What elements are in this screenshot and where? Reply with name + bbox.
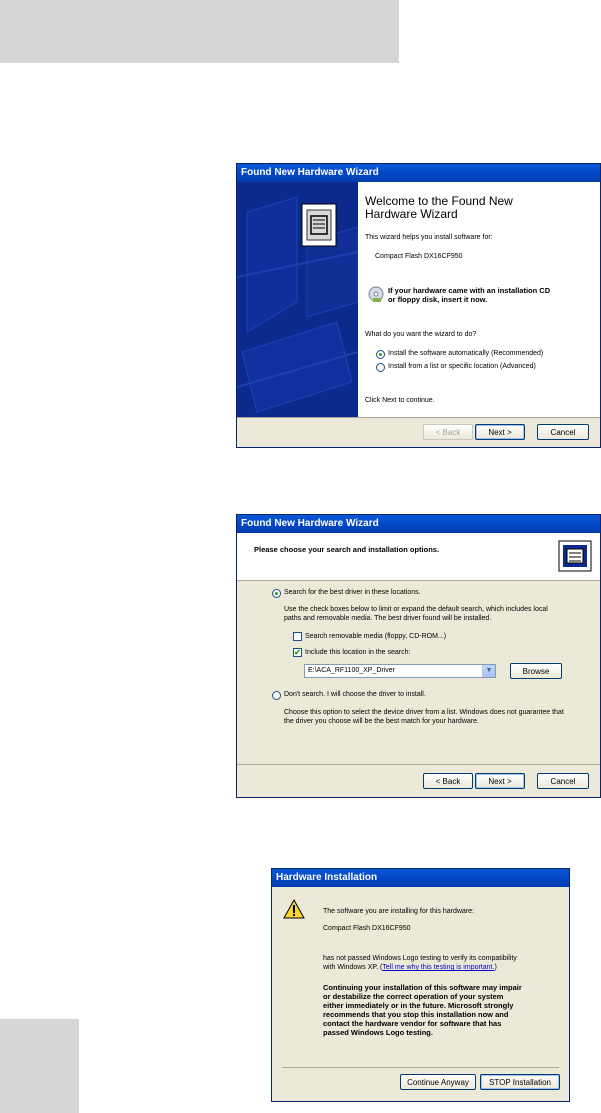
removable-media-label[interactable]: Search removable media (floppy, CD-ROM..… (305, 633, 446, 640)
search-drivers-label[interactable]: Search for the best driver in these loca… (284, 589, 421, 596)
warning-line2: or destabilize the correct operation of … (323, 992, 504, 1001)
warning-line1: Continuing your installation of this sof… (323, 983, 522, 992)
cancel-button[interactable]: Cancel (537, 424, 589, 440)
include-location-label[interactable]: Include this location in the search: (305, 649, 410, 656)
hardware-installation-divider (282, 1067, 559, 1068)
install-notice: The software you are installing for this… (323, 908, 474, 915)
wizard-options-divider (237, 764, 600, 765)
back-button[interactable]: < Back (423, 424, 473, 440)
hardware-installation-window: Hardware Installation The software you a… (271, 868, 570, 1102)
logo-testing-line1: has not passed Windows Logo testing to v… (323, 955, 517, 962)
warning-text: Continuing your installation of this sof… (323, 983, 522, 1037)
dont-search-description: Choose this option to select the device … (284, 708, 564, 726)
wizard-welcome-window: Found New Hardware Wizard Welcome to the… (236, 163, 601, 448)
hardware-icon (558, 540, 592, 572)
hardware-banner-art (237, 182, 358, 417)
search-description-line1: Use the check boxes below to limit or ex… (284, 606, 548, 613)
hardware-installation-titlebar[interactable]: Hardware Installation (272, 869, 569, 887)
device-name: Compact Flash DX16CF950 (375, 253, 463, 260)
location-path-value[interactable]: E:\ACA_RF1100_XP_Driver (308, 667, 395, 674)
warning-line5: contact the hardware vendor for software… (323, 1019, 502, 1028)
wizard-options-header: Please choose your search and installati… (237, 533, 600, 580)
cd-prompt-line1: If your hardware came with an installati… (388, 286, 551, 295)
wizard-side-banner (237, 182, 358, 417)
dont-search-radio[interactable] (272, 691, 281, 700)
browse-button[interactable]: Browse (510, 663, 562, 679)
logo-testing-text: has not passed Windows Logo testing to v… (323, 954, 517, 972)
location-path-combobox[interactable]: E:\ACA_RF1100_XP_Driver ▼ (304, 664, 496, 678)
continue-hint: Click Next to continue. (365, 397, 435, 404)
wizard-heading-line2: Hardware Wizard (365, 207, 458, 221)
warning-icon (283, 899, 305, 919)
install-auto-label[interactable]: Install the software automatically (Reco… (388, 350, 543, 357)
stop-installation-button[interactable]: STOP Installation (480, 1074, 560, 1090)
wizard-options-window: Found New Hardware Wizard Please choose … (236, 514, 601, 798)
warning-line4: recommends that you stop this installati… (323, 1010, 509, 1019)
dont-search-description-line2: the driver you choose will be the best m… (284, 718, 479, 725)
logo-testing-link[interactable]: Tell me why this testing is important. (382, 964, 494, 971)
dont-search-label[interactable]: Don't search. I will choose the driver t… (284, 691, 426, 698)
wizard-question: What do you want the wizard to do? (365, 331, 477, 338)
page-header-block (0, 0, 399, 63)
dont-search-description-line1: Choose this option to select the device … (284, 709, 564, 716)
cd-prompt: If your hardware came with an installati… (388, 286, 550, 304)
warning-line3: either immediately or in the future. Mic… (323, 1001, 514, 1010)
wizard-options-title: Please choose your search and installati… (254, 545, 440, 554)
next-button[interactable]: Next > (475, 773, 525, 789)
logo-testing-suffix: ) (494, 964, 497, 971)
search-description-line2: paths and removable media. The best driv… (284, 615, 492, 622)
wizard-options-header-divider (237, 580, 600, 581)
back-button[interactable]: < Back (423, 773, 473, 789)
wizard-welcome-titlebar[interactable]: Found New Hardware Wizard (237, 164, 600, 182)
search-description: Use the check boxes below to limit or ex… (284, 605, 548, 623)
wizard-divider (237, 417, 600, 418)
cd-icon (368, 286, 384, 302)
chevron-down-icon[interactable]: ▼ (482, 665, 495, 677)
include-location-checkbox[interactable]: ✔ (293, 648, 302, 657)
search-drivers-radio[interactable] (272, 589, 281, 598)
continue-anyway-button[interactable]: Continue Anyway (400, 1074, 476, 1090)
removable-media-checkbox[interactable] (293, 632, 302, 641)
wizard-options-titlebar[interactable]: Found New Hardware Wizard (237, 515, 600, 533)
wizard-intro: This wizard helps you install software f… (365, 234, 493, 241)
install-auto-radio[interactable] (376, 350, 385, 359)
wizard-heading: Welcome to the Found New Hardware Wizard (365, 195, 513, 221)
cancel-button[interactable]: Cancel (537, 773, 589, 789)
install-list-label[interactable]: Install from a list or specific location… (388, 363, 536, 370)
wizard-content: Welcome to the Found New Hardware Wizard… (358, 182, 600, 417)
logo-testing-prefix: with Windows XP. ( (323, 964, 383, 971)
install-list-radio[interactable] (376, 363, 385, 372)
next-button[interactable]: Next > (475, 424, 525, 440)
logo-testing-line2: with Windows XP. (Tell me why this testi… (323, 963, 517, 972)
page-side-tab (0, 1019, 79, 1113)
cd-prompt-line2: or floppy disk, insert it now. (388, 295, 488, 304)
device-name: Compact Flash DX16CF950 (323, 925, 411, 932)
warning-line6: passed Windows Logo testing. (323, 1028, 433, 1037)
